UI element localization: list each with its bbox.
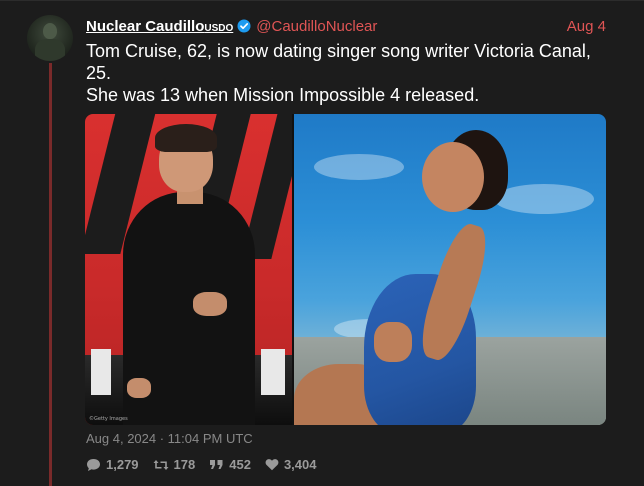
thread-line [49, 63, 52, 486]
reposts-stat[interactable]: 178 [153, 457, 196, 472]
post-timestamp[interactable]: Aug 4, 2024 · 11:04 PM UTC [86, 431, 253, 446]
media-photo-right[interactable] [294, 114, 606, 425]
name-suffix: USDO [204, 22, 234, 34]
comment-bubble-icon [86, 458, 101, 472]
media-photo-left[interactable]: ©Getty Images [85, 114, 292, 425]
replies-stat[interactable]: 1,279 [86, 457, 139, 472]
post-date[interactable]: Aug 4 [567, 18, 606, 35]
avatar[interactable] [27, 15, 73, 61]
quotes-stat[interactable]: 452 [209, 457, 251, 472]
retweet-icon [153, 459, 169, 471]
quotes-count: 452 [229, 457, 251, 472]
photo-credit: ©Getty Images [89, 416, 128, 422]
likes-count: 3,404 [283, 457, 317, 472]
user-handle[interactable]: @CaudilloNuclear [256, 18, 377, 35]
post-text: Tom Cruise, 62, is now dating singer son… [86, 40, 616, 106]
quote-icon [209, 459, 224, 470]
post-card: Nuclear CaudilloUSDO @CaudilloNuclear Au… [0, 0, 644, 486]
post-text-line: Tom Cruise, 62, is now dating singer son… [86, 41, 591, 61]
post-text-line: She was 13 when Mission Impossible 4 rel… [86, 85, 480, 105]
verified-badge-icon [237, 19, 251, 33]
post-text-line: 25. [86, 63, 112, 83]
reposts-count: 178 [173, 457, 196, 472]
replies-count: 1,279 [106, 457, 139, 472]
display-name[interactable]: Nuclear CaudilloUSDO [86, 18, 233, 35]
likes-stat[interactable]: 3,404 [265, 457, 317, 472]
post-header: Nuclear CaudilloUSDO @CaudilloNuclear Au… [86, 16, 606, 36]
heart-icon [265, 458, 279, 471]
engagement-stats: 1,279 178 452 3,404 [86, 457, 317, 472]
media-grid: ©Getty Images [85, 114, 606, 425]
